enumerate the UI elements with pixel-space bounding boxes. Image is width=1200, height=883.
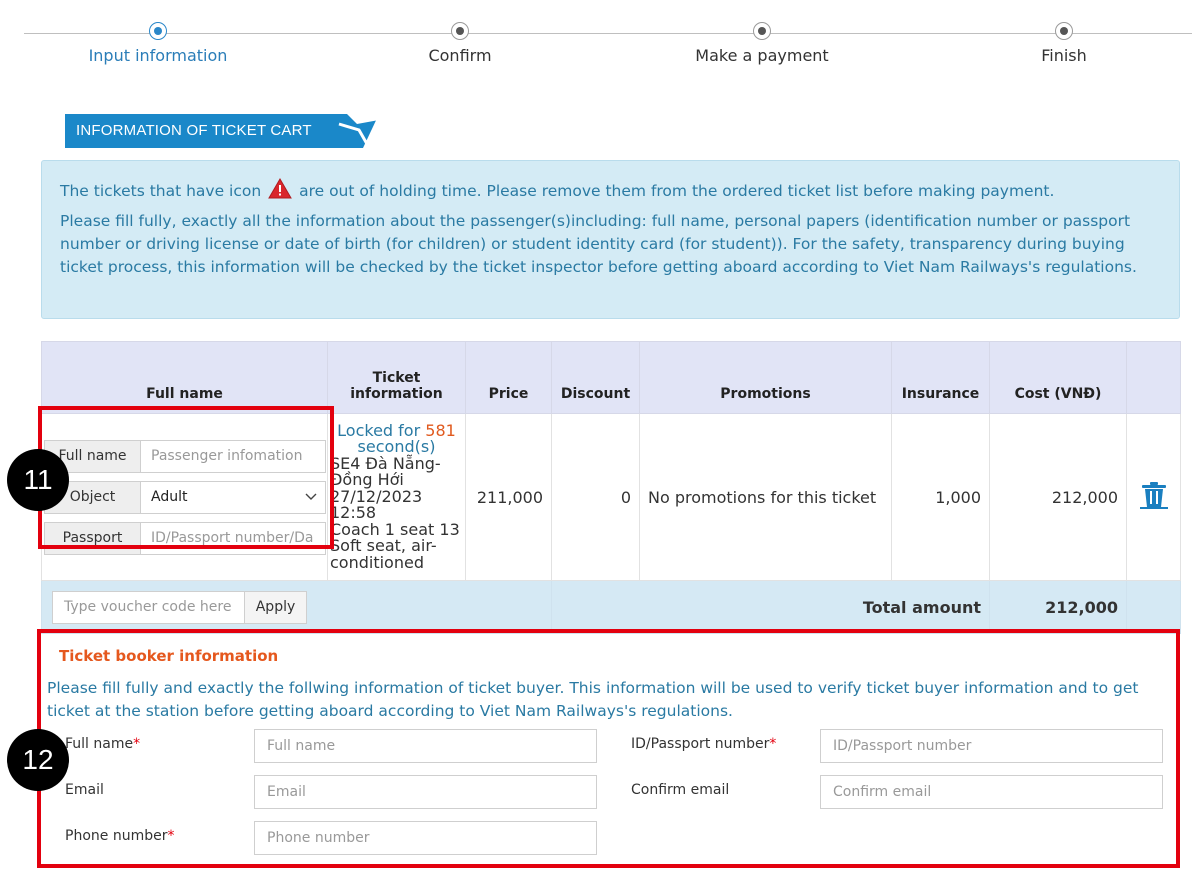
step-dot-icon — [149, 22, 167, 40]
booker-phone-label-text: Phone number — [65, 828, 168, 844]
passenger-cell: Full name Passenger infomation Object Ad… — [41, 413, 328, 581]
apply-voucher-button[interactable]: Apply — [245, 590, 307, 624]
required-mark: * — [769, 736, 777, 752]
total-amount-label: Total amount — [551, 580, 990, 634]
notice-line-1: The tickets that have icon are out of ho… — [60, 178, 1161, 203]
step-label: Finish — [1041, 46, 1087, 65]
step-finish: Finish — [944, 22, 1184, 65]
booker-phone-input[interactable]: Phone number — [254, 821, 597, 855]
step-dot-icon — [753, 22, 771, 40]
passenger-passport-label: Passport — [44, 521, 140, 555]
holding-time-notice: The tickets that have icon are out of ho… — [41, 160, 1180, 319]
passenger-form: Full name Passenger infomation Object Ad… — [44, 439, 326, 555]
header-actions — [1126, 341, 1181, 414]
voucher-input[interactable]: Type voucher code here — [52, 590, 245, 624]
passenger-object-row: Object Adult — [44, 480, 326, 514]
progress-stepper: Input information Confirm Make a payment… — [0, 0, 1200, 80]
header-ticket-information: Ticket information — [327, 341, 466, 414]
passenger-object-value: Adult — [151, 489, 188, 505]
voucher-group: Type voucher code here Apply — [52, 590, 543, 624]
step-confirm: Confirm — [340, 22, 580, 65]
ticket-seat-type: Soft seat, air-conditioned — [330, 536, 437, 572]
notice-text-after-icon: are out of holding time. Please remove t… — [299, 182, 1055, 200]
locked-timer: Locked for 581 second(s) — [330, 422, 463, 456]
booker-id-label: ID/Passport number* — [631, 736, 776, 752]
booker-full-name-label: Full name* — [65, 736, 140, 752]
insurance-cell: 1,000 — [891, 413, 990, 581]
trash-icon[interactable] — [1138, 480, 1170, 510]
ticket-train: SE4 Đà Nẵng-Đồng Hới — [330, 453, 441, 490]
cost-cell: 212,000 — [989, 413, 1127, 581]
booker-id-input[interactable]: ID/Passport number — [820, 729, 1163, 763]
voucher-cell: Type voucher code here Apply — [41, 580, 552, 634]
passenger-passport-input[interactable]: ID/Passport number/Da — [140, 521, 326, 555]
promotions-cell: No promotions for this ticket — [639, 413, 892, 581]
booker-confirm-email-label: Confirm email — [631, 782, 730, 798]
discount-cell: 0 — [551, 413, 640, 581]
header-price: Price — [465, 341, 552, 414]
cart-section-title: INFORMATION OF TICKET CART — [76, 122, 312, 139]
booker-email-input[interactable]: Email — [254, 775, 597, 809]
passenger-passport-row: Passport ID/Passport number/Da — [44, 521, 326, 555]
header-full-name: Full name — [41, 341, 328, 414]
booker-phone-label: Phone number* — [65, 828, 174, 844]
booker-full-name-label-text: Full name — [65, 736, 134, 752]
total-amount-value: 212,000 — [989, 580, 1127, 634]
header-cost: Cost (VNĐ) — [989, 341, 1127, 414]
step-input-information: Input information — [38, 22, 278, 65]
passenger-full-name-input[interactable]: Passenger infomation — [140, 439, 326, 473]
passenger-object-select[interactable]: Adult — [140, 480, 326, 514]
passenger-full-name-row: Full name Passenger infomation — [44, 439, 326, 473]
booker-section-title: Ticket booker information — [59, 647, 279, 665]
notice-text-before-icon: The tickets that have icon — [60, 182, 262, 200]
notice-line-2: Please fill fully, exactly all the infor… — [60, 212, 1137, 276]
step-make-payment: Make a payment — [642, 22, 882, 65]
header-discount: Discount — [551, 341, 640, 414]
booker-confirm-email-input[interactable]: Confirm email — [820, 775, 1163, 809]
table-header-row: Full name Ticket information Price Disco… — [41, 341, 1181, 414]
cart-section-tab: INFORMATION OF TICKET CART — [65, 114, 379, 148]
step-dot-icon — [1055, 22, 1073, 40]
delete-cell — [1126, 413, 1181, 581]
price-cell: 211,000 — [465, 413, 552, 581]
tab-notch-icon — [338, 114, 379, 148]
booker-full-name-input[interactable]: Full name — [254, 729, 597, 763]
chevron-down-icon — [305, 493, 317, 500]
annotation-badge-12: 12 — [7, 729, 69, 791]
booker-id-label-text: ID/Passport number — [631, 736, 770, 752]
step-label: Input information — [88, 46, 228, 65]
booker-email-label: Email — [65, 782, 104, 798]
booker-note: Please fill fully and exactly the follwi… — [47, 679, 1139, 720]
step-label: Confirm — [428, 46, 492, 65]
step-dot-icon — [451, 22, 469, 40]
annotation-badge-11: 11 — [7, 449, 69, 511]
total-empty-cell — [1126, 580, 1181, 634]
warning-icon — [268, 178, 293, 199]
total-row: Type voucher code here Apply Total amoun… — [41, 580, 1181, 634]
table-row: Full name Passenger infomation Object Ad… — [41, 413, 1181, 581]
ticket-cart-table: Full name Ticket information Price Disco… — [41, 341, 1181, 634]
header-promotions: Promotions — [639, 341, 892, 414]
ticket-info-cell: Locked for 581 second(s) SE4 Đà Nẵng-Đồn… — [327, 413, 466, 581]
step-label: Make a payment — [695, 46, 829, 65]
required-mark: * — [167, 828, 175, 844]
required-mark: * — [133, 736, 141, 752]
ticket-datetime: 27/12/2023 12:58 — [330, 486, 423, 523]
header-insurance: Insurance — [891, 341, 990, 414]
